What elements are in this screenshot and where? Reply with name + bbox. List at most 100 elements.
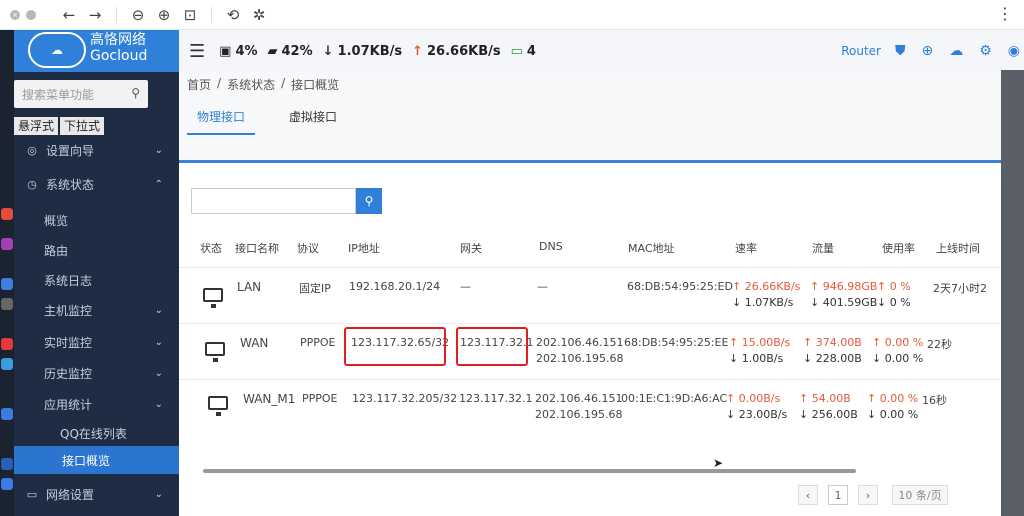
minimize-window-icon[interactable] (26, 10, 36, 20)
magic-wand-icon[interactable]: ✲ (246, 2, 272, 28)
cpu-value: 4% (235, 43, 258, 59)
table-header: 状态 接口名称 协议 IP地址 网关 DNS MAC地址 速率 流量 使用率 上… (179, 240, 1001, 262)
interface-protocol: 固定IP (299, 282, 331, 295)
app-icon (1, 238, 13, 250)
interface-gateway: 123.117.32.1 (459, 392, 533, 405)
dropdown-mode-button[interactable]: 下拉式 (60, 117, 105, 135)
usage-up: ↑ 0 % (877, 280, 911, 293)
router-mode-label[interactable]: Router (841, 44, 881, 58)
close-window-icon[interactable]: × (10, 10, 20, 20)
interface-dns-primary: 202.106.46.151 (536, 336, 624, 349)
traffic-down: ↓ 228.00B (803, 352, 862, 365)
prev-page-button[interactable]: ‹ (798, 485, 818, 505)
gear-icon[interactable]: ⚙ (979, 43, 992, 59)
zoom-out-icon[interactable]: ⊖ (125, 2, 151, 28)
page-size-select[interactable]: 10 条/页 (892, 485, 948, 505)
rotate-icon[interactable]: ⟲ (220, 2, 246, 28)
col-usage: 使用率 (882, 242, 915, 255)
router-header: ☰ ▣ 4% ▰ 42% ↓ 1.07KB/s ↑ 26.66KB/s ▭ 4 … (179, 30, 1024, 72)
sidebar-item-setup-wizard[interactable]: ◎ 设置向导 ⌄ (14, 136, 179, 164)
zoom-in-icon[interactable]: ⊕ (151, 2, 177, 28)
toolbar-divider (211, 6, 212, 23)
sidebar-item-system-log[interactable]: 系统日志 (14, 266, 179, 294)
sidebar-item-network-settings[interactable]: ▭ 网络设置 ⌄ (14, 480, 179, 508)
viewer-toolbar: × ← → ⊖ ⊕ ⊡ ⟲ ✲ ⋮ (0, 0, 1024, 30)
interface-name: WAN (240, 336, 269, 350)
upload-rate: ↑ 26.66KB/s (412, 44, 501, 59)
tab-physical-interface[interactable]: 物理接口 (187, 108, 256, 135)
logo-text: 高恪网络 Gocloud (90, 32, 147, 64)
toolbar-divider (116, 6, 117, 23)
col-gateway: 网关 (460, 242, 482, 255)
col-status: 状态 (200, 242, 222, 255)
sidebar-item-label: 接口概览 (62, 453, 111, 468)
sidebar-item-interface-overview[interactable]: 接口概览 (14, 446, 179, 474)
interface-protocol: PPPOE (300, 336, 336, 349)
col-protocol: 协议 (297, 242, 319, 255)
sidebar-item-route[interactable]: 路由 (14, 236, 179, 264)
sidebar-item-label: QQ在线列表 (60, 426, 127, 441)
memory-value: 42% (281, 43, 313, 59)
shirt-icon[interactable]: ⛊ (895, 43, 906, 59)
more-options-icon[interactable]: ⋮ (997, 4, 1014, 23)
breadcrumb-home[interactable]: 首页 (187, 76, 211, 93)
ip-highlight-box (344, 327, 446, 366)
forward-arrow-icon[interactable]: → (82, 2, 108, 28)
col-rate: 速率 (735, 242, 757, 255)
router-sidebar: ☁ 高恪网络 Gocloud 搜索菜单功能 ⚲ 悬浮式 下拉式 ◎ 设置向导 ⌄… (14, 30, 179, 516)
interface-dns-primary: 202.106.46.151 (535, 392, 623, 405)
user-icon[interactable]: ◉ (1008, 43, 1020, 59)
traffic-up: ↑ 374.00B (803, 336, 862, 349)
device-count: ▭ 4 (511, 44, 536, 59)
globe-icon[interactable]: ⊕ (921, 43, 933, 59)
table-search-input[interactable] (191, 188, 356, 214)
interface-protocol: PPPOE (302, 392, 338, 405)
gocloud-logo: ☁ (28, 32, 86, 68)
app-icon (1, 408, 13, 420)
menu-collapse-icon[interactable]: ☰ (189, 41, 205, 62)
search-icon[interactable]: ⚲ (131, 86, 140, 100)
sidebar-item-overview[interactable]: 概览 (14, 206, 179, 234)
memory-usage: ▰ 42% (268, 44, 313, 59)
current-page-button[interactable]: 1 (828, 485, 848, 505)
chevron-down-icon: ⌄ (154, 144, 163, 156)
sidebar-item-app-stats[interactable]: 应用统计 ⌄ (14, 390, 179, 418)
fit-icon[interactable]: ⊡ (177, 2, 203, 28)
sidebar-item-qq-online[interactable]: QQ在线列表 (14, 419, 179, 447)
col-traffic: 流量 (812, 242, 834, 255)
usage-down: ↓ 0.00 % (872, 352, 924, 365)
sidebar-item-history-monitor[interactable]: 历史监控 ⌄ (14, 359, 179, 387)
cloud-upload-icon[interactable]: ☁ (949, 43, 963, 59)
rate-down: ↓ 23.00B/s (726, 408, 788, 421)
breadcrumb-system-status[interactable]: 系统状态 (227, 76, 275, 93)
chevron-down-icon: ⌄ (154, 336, 163, 348)
dashboard-icon: ◷ (27, 177, 37, 191)
menu-search-placeholder: 搜索菜单功能 (22, 87, 95, 102)
interface-mac: 68:DB:54:95:25:ED (627, 280, 733, 293)
next-page-button[interactable]: › (858, 485, 878, 505)
app-icon (1, 338, 13, 350)
float-mode-button[interactable]: 悬浮式 (14, 117, 59, 135)
usage-down: ↓ 0.00 % (867, 408, 919, 421)
traffic-down: ↓ 256.00B (799, 408, 858, 421)
menu-search-input[interactable]: 搜索菜单功能 ⚲ (14, 80, 148, 108)
sidebar-item-label: 主机监控 (44, 303, 93, 318)
download-rate: ↓ 1.07KB/s (323, 44, 402, 59)
sidebar-item-host-monitor[interactable]: 主机监控 ⌄ (14, 296, 179, 324)
sidebar-item-label: 系统状态 (46, 177, 95, 192)
horizontal-scrollbar[interactable] (203, 469, 856, 473)
interface-mac: 68:DB:54:95:25:EE (624, 336, 729, 349)
cpu-usage: ▣ 4% (219, 44, 257, 59)
logo-band: ☁ 高恪网络 Gocloud (14, 30, 179, 72)
table-search-button[interactable]: ⚲ (356, 188, 382, 214)
rate-up: ↑ 0.00B/s (726, 392, 781, 405)
rate-down: ↓ 1.00B/s (729, 352, 784, 365)
tab-virtual-interface[interactable]: 虚拟接口 (279, 108, 347, 135)
back-arrow-icon[interactable]: ← (56, 2, 82, 28)
pagination: ‹ 1 › 10 条/页 (798, 485, 948, 505)
sidebar-item-label: 实时监控 (44, 335, 93, 350)
sidebar-item-realtime-monitor[interactable]: 实时监控 ⌄ (14, 328, 179, 356)
sidebar-item-system-status[interactable]: ◷ 系统状态 ⌃ (14, 170, 179, 198)
chevron-down-icon: ⌄ (154, 398, 163, 410)
sidebar-item-label: 历史监控 (44, 366, 93, 381)
